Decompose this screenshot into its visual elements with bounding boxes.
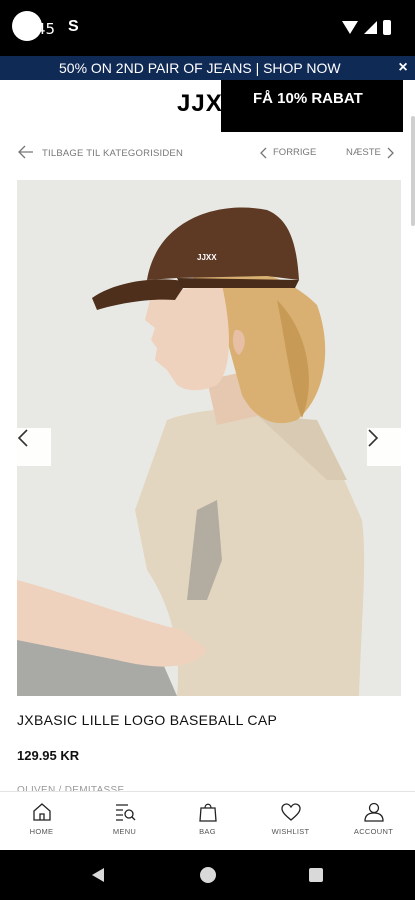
product-image[interactable]: JJXX: [17, 180, 401, 696]
app-notification-icon: S: [68, 18, 79, 35]
heart-icon: [280, 803, 301, 821]
status-icons: [342, 20, 391, 35]
previous-product-link[interactable]: FORRIGE: [260, 146, 316, 160]
brand-logo[interactable]: JJX: [177, 90, 223, 118]
close-promo-icon[interactable]: ×: [391, 56, 415, 80]
wifi-icon: [342, 21, 358, 34]
bag-icon: [198, 803, 217, 822]
system-navigation-bar: [0, 850, 415, 900]
previous-label: FORRIGE: [273, 147, 317, 158]
product-subnav: TILBAGE TIL KATEGORISIDEN FORRIGE NÆSTE: [0, 142, 415, 164]
nav-account-label: ACCOUNT: [353, 827, 394, 836]
signal-icon: [364, 21, 377, 34]
next-label: NÆSTE: [346, 147, 381, 158]
app-screen: 50% ON 2ND PAIR OF JEANS | SHOP NOW × JJ…: [0, 56, 415, 850]
nav-menu[interactable]: MENU: [83, 792, 166, 850]
back-to-category-link[interactable]: TILBAGE TIL KATEGORISIDEN: [42, 148, 183, 159]
product-photo-illustration: JJXX: [17, 180, 401, 696]
product-price: 129.95 KR: [17, 748, 80, 763]
scroll-indicator[interactable]: [411, 116, 415, 226]
nav-account[interactable]: ACCOUNT: [332, 792, 415, 850]
system-home-icon[interactable]: [200, 867, 216, 883]
home-icon: [32, 803, 51, 821]
next-image-button[interactable]: [367, 428, 401, 466]
chevron-left-icon: [260, 147, 267, 159]
system-recents-icon[interactable]: [309, 868, 323, 882]
system-back-icon[interactable]: [92, 868, 104, 882]
nav-bag[interactable]: BAG: [166, 792, 249, 850]
menu-search-icon: [115, 804, 135, 821]
discount-popup-button[interactable]: FÅ 10% RABAT: [221, 80, 403, 132]
chevron-right-icon: [387, 147, 394, 159]
account-icon: [363, 802, 384, 822]
chevron-right-icon: [368, 429, 379, 447]
nav-wishlist[interactable]: WISHLIST: [249, 792, 332, 850]
promo-banner[interactable]: 50% ON 2ND PAIR OF JEANS | SHOP NOW ×: [0, 56, 415, 80]
nav-home[interactable]: HOME: [0, 792, 83, 850]
arrow-left-icon[interactable]: [18, 145, 34, 159]
next-product-link[interactable]: NÆSTE: [346, 146, 394, 160]
nav-menu-label: MENU: [112, 827, 137, 836]
battery-icon: [383, 20, 391, 35]
cap-logo: JJXX: [197, 253, 217, 262]
nav-bag-label: BAG: [199, 827, 216, 836]
nav-wishlist-label: WISHLIST: [271, 827, 310, 836]
bottom-navigation: HOME MENU BAG WISHLIST ACCOUNT: [0, 791, 415, 850]
previous-image-button[interactable]: [17, 428, 51, 466]
chevron-left-icon: [17, 429, 28, 447]
promo-text[interactable]: 50% ON 2ND PAIR OF JEANS | SHOP NOW: [59, 56, 341, 80]
status-bar: 45 S: [0, 0, 415, 56]
product-title: JXBASIC LILLE LOGO BASEBALL CAP: [17, 712, 278, 728]
nav-home-label: HOME: [29, 827, 54, 836]
status-time: 45: [36, 20, 56, 38]
